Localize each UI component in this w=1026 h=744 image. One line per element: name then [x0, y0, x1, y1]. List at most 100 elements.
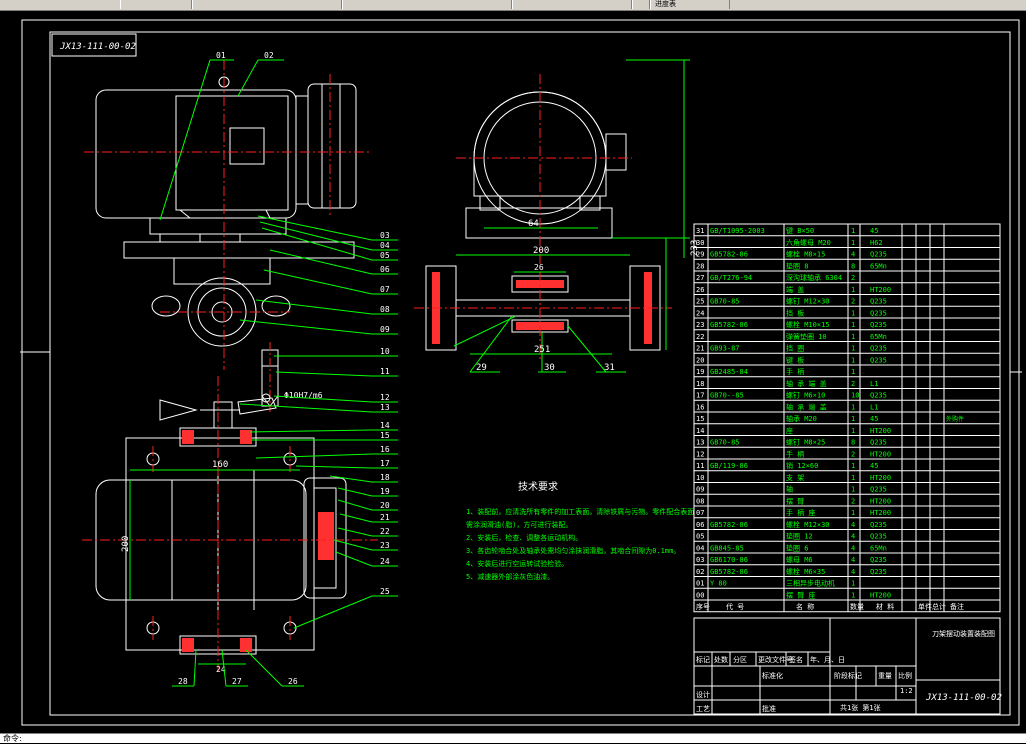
bom-header-w2: 总计 — [932, 602, 946, 611]
cad-drawing-canvas[interactable]: JX13-111-00-02 Φ10H7/m6 64 200 26 251 23… — [0, 11, 1026, 733]
bom-no: 20 — [696, 356, 704, 364]
bom-name: 挡 板 — [786, 308, 804, 317]
bom-qty: 1 — [851, 580, 855, 588]
bom-name: 端 盖 — [786, 285, 804, 294]
balloon-28: 28 — [178, 677, 188, 686]
bom-name: 支 架 — [786, 473, 804, 482]
bom-code: GB70-85 — [710, 439, 740, 447]
bom-no: 23 — [696, 321, 704, 329]
bom-name: 垫圈 12 — [786, 532, 813, 541]
bom-code: GB70--85 — [710, 392, 744, 400]
bom-name: 螺钉 M12×30 — [786, 297, 830, 306]
balloon-05: 05 — [380, 251, 390, 260]
bom-code: GB5782-86 — [710, 321, 748, 329]
bom-code: GB/119-86 — [710, 462, 748, 470]
bom-code: GB70-85 — [710, 298, 740, 306]
balloon-08: 08 — [380, 305, 390, 314]
dim-251: 251 — [534, 345, 550, 355]
bom-no: 05 — [696, 533, 704, 541]
bom-no: 12 — [696, 450, 704, 458]
bom-no: 03 — [696, 556, 704, 564]
bom-no: 04 — [696, 544, 704, 552]
bom-no: 31 — [696, 227, 704, 235]
bom-material: Q235 — [870, 309, 887, 317]
balloon-14: 14 — [380, 421, 390, 430]
bom-name: 弹簧垫圈 10 — [786, 332, 827, 341]
dim-200-top-view: 200 — [121, 536, 131, 552]
balloon-18: 18 — [380, 473, 390, 482]
drawing-tab[interactable]: 进度表 — [650, 0, 730, 9]
bom-qty: 1 — [851, 321, 855, 329]
bom-header-mat: 材 料 — [876, 602, 894, 611]
bom-qty: 1 — [851, 309, 855, 317]
svg-text:分区: 分区 — [733, 655, 747, 664]
bom-qty: 1 — [851, 415, 855, 423]
bom-no: 16 — [696, 403, 704, 411]
balloon-21: 21 — [380, 513, 390, 522]
bom-material: Q235 — [870, 321, 887, 329]
bom-material: L1 — [870, 403, 878, 411]
bom-name: 轴承 M20 — [786, 414, 817, 423]
bom-qty: 2 — [851, 298, 855, 306]
drawing-tab[interactable] — [632, 0, 650, 9]
bom-code: GB5782-86 — [710, 521, 748, 529]
bom-material: Q235 — [870, 356, 887, 364]
bom-name: 六角螺母 M20 — [786, 238, 831, 247]
command-line[interactable]: 命令: — [0, 733, 1026, 743]
bom-material: HT200 — [870, 286, 891, 294]
bom-qty: 4 — [851, 251, 855, 259]
bom-material: HT200 — [870, 427, 891, 435]
bom-no: 13 — [696, 439, 704, 447]
bom-qty: 4 — [851, 533, 855, 541]
toolbar-tab[interactable] — [120, 0, 192, 9]
bom-no: 11 — [696, 462, 704, 470]
bom-name: 挡 圈 — [786, 344, 804, 353]
bom-name: 螺钉 M6×10 — [786, 391, 825, 400]
bom-qty: 4 — [851, 544, 855, 552]
svg-text:共1张 第1张: 共1张 第1张 — [840, 703, 881, 712]
bom-no: 07 — [696, 509, 704, 517]
bom-name: 深沟球轴承 6304 — [786, 273, 842, 282]
bom-material: 45 — [870, 227, 878, 235]
svg-text:标记: 标记 — [696, 655, 710, 664]
tech-requirements-title: 技术要求 — [518, 480, 558, 493]
tech-requirement-line: 4、安装后进行空运转试验检验。 — [466, 559, 568, 568]
bom-material: Q235 — [870, 298, 887, 306]
svg-text:设计: 设计 — [696, 690, 710, 699]
bom-name: 键 板 — [786, 355, 804, 364]
balloon-01: 01 — [216, 51, 226, 60]
bom-material: 45 — [870, 415, 878, 423]
bom-no: 25 — [696, 298, 704, 306]
balloon-29: 29 — [476, 363, 487, 373]
bom-no: 14 — [696, 427, 704, 435]
bom-no: 27 — [696, 274, 704, 282]
tech-requirement-line: 3、各齿轮啮合处及轴承处需均匀涂抹润滑脂，其啮合间隙为0.1mm。 — [466, 546, 680, 555]
dim-160: 160 — [212, 460, 228, 470]
bom-material: HT200 — [870, 497, 891, 505]
bom-name: 手 柄 座 — [786, 508, 815, 517]
bom-code: GB93-87 — [710, 345, 740, 353]
bom-qty: 1 — [851, 333, 855, 341]
bom-material: 65Mn — [870, 333, 887, 341]
bom-name: 三相异步电动机 — [786, 579, 835, 588]
dim-26: 26 — [534, 263, 544, 272]
drawing-tab[interactable] — [192, 0, 342, 9]
bom-name: 摆 臂 座 — [786, 590, 815, 599]
bom-name: 螺栓 M6×35 — [786, 567, 825, 576]
bom-name: 轴 — [786, 485, 793, 494]
drawing-tab[interactable] — [342, 0, 512, 9]
balloon-30: 30 — [544, 363, 555, 373]
svg-text:刀架摆动装置装配图: 刀架摆动装置装配图 — [932, 629, 995, 638]
bom-material: Q235 — [870, 486, 887, 494]
tech-requirement-line: 需涂润滑油(脂)，方可进行装配。 — [466, 520, 572, 529]
svg-text:重量: 重量 — [878, 672, 892, 680]
bom-code: GB5782-86 — [710, 568, 748, 576]
balloon-13: 13 — [380, 403, 390, 412]
bom-code: GB/T276-94 — [710, 274, 752, 282]
bom-qty: 1 — [851, 356, 855, 364]
drawing-tab[interactable] — [512, 0, 632, 9]
bom-qty: 1 — [851, 345, 855, 353]
bom-no: 19 — [696, 368, 704, 376]
tech-requirement-line: 2、安装后，检查、调整各运动机构。 — [466, 533, 582, 542]
svg-text:更改文件号: 更改文件号 — [758, 655, 793, 664]
